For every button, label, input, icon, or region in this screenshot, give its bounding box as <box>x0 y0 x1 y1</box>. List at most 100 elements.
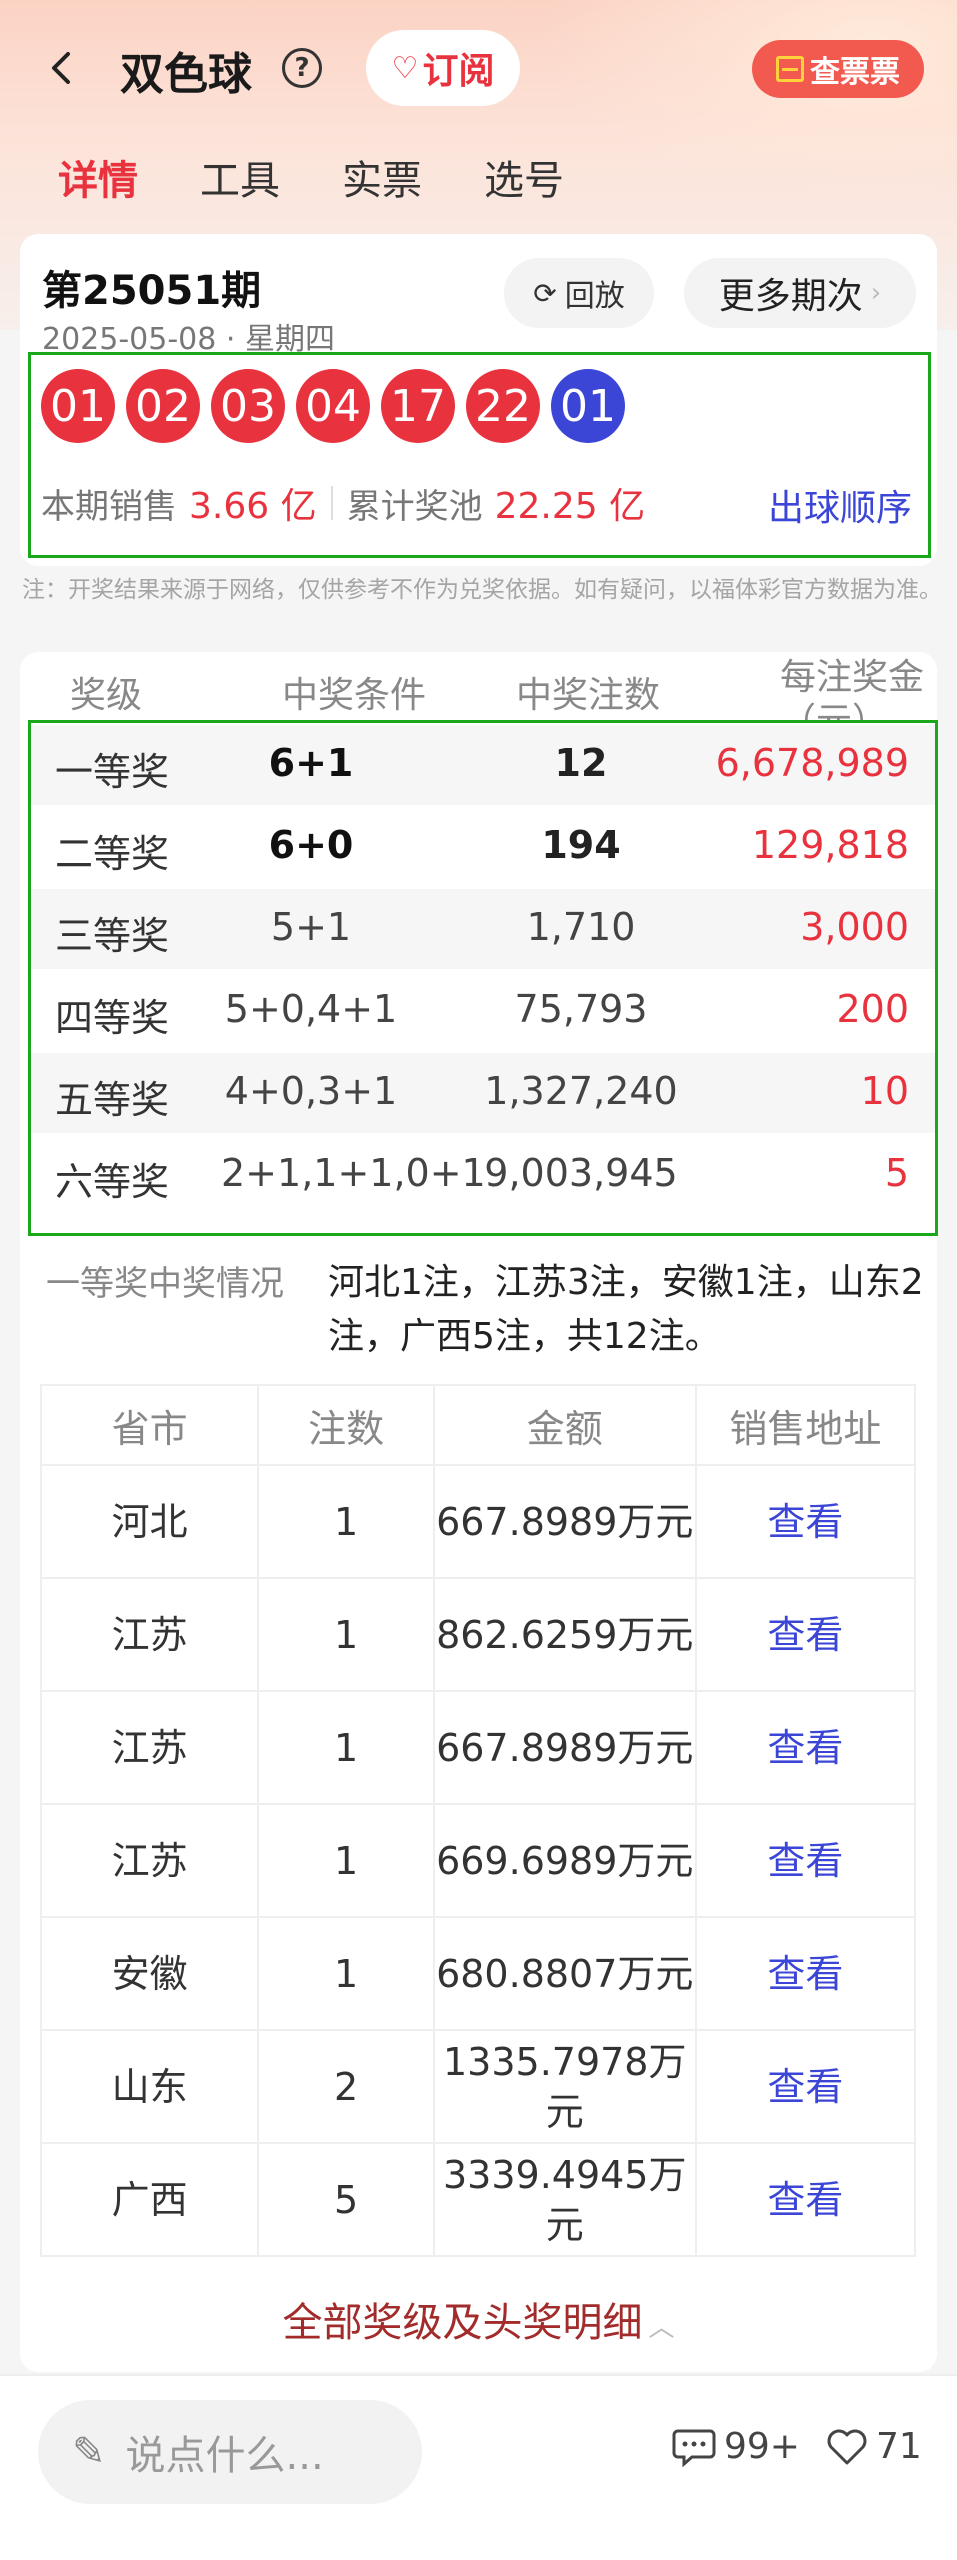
table-row: 河北 1 667.8989万元 查看 <box>39 1464 917 1579</box>
prize-condition: 4+0,3+1 <box>224 1069 398 1113</box>
view-address-link[interactable]: 查看 <box>694 1464 917 1579</box>
amount-cell: 667.8989万元 <box>432 1690 697 1805</box>
pool-label: 累计奖池 <box>346 486 483 527</box>
comment-input[interactable]: ✎ 说点什么... <box>38 2400 422 2504</box>
table-row: 江苏 1 667.8989万元 查看 <box>39 1690 917 1805</box>
tab-pick-numbers[interactable]: 选号 <box>484 148 564 206</box>
header-prize-text: 每注奖金 <box>780 657 925 698</box>
prize-level: 六等奖 <box>55 1160 170 1204</box>
count-cell: 1 <box>257 1916 435 2031</box>
prize-amount: 10 <box>860 1069 909 1113</box>
first-prize-text: 河北1注，江苏3注，安徽1注，山东2注，广西5注，共12注。 <box>328 1262 924 1357</box>
comment-bubble-icon <box>672 2429 716 2467</box>
subscribe-button[interactable]: ♡ 订阅 <box>366 30 520 106</box>
province-cell: 广西 <box>39 2142 260 2257</box>
amount-cell: 1335.7978万元 <box>432 2029 697 2144</box>
table-row: 二等奖 6+0 194 129,818 <box>31 807 935 887</box>
view-address-link[interactable]: 查看 <box>694 1803 917 1918</box>
view-address-link[interactable]: 查看 <box>694 1916 917 2031</box>
amount-cell: 862.6259万元 <box>432 1577 697 1692</box>
prize-amount: 5 <box>884 1151 909 1195</box>
replay-button[interactable]: ⟳ 回放 <box>504 258 654 328</box>
pool-value: 22.25 亿 <box>494 486 646 527</box>
header-amount: 金额 <box>432 1384 697 1466</box>
comment-count: 99+ <box>724 2426 800 2467</box>
tab-real-tickets[interactable]: 实票 <box>342 148 422 206</box>
comments-button[interactable]: 99+ <box>672 2426 800 2467</box>
tab-tools[interactable]: 工具 <box>200 148 280 206</box>
back-arrow-icon[interactable] <box>42 48 82 88</box>
count-cell: 2 <box>257 2029 435 2144</box>
table-row: 四等奖 5+0,4+1 75,793 200 <box>31 971 935 1051</box>
header-province: 省市 <box>39 1384 260 1466</box>
disclaimer-text: 注：开奖结果来源于网络，仅供参考不作为兑奖依据。如有疑问，以福体彩官方数据为准。 <box>22 577 942 603</box>
count-cell: 1 <box>257 1464 435 1579</box>
table-row: 一等奖 6+1 12 6,678,989 <box>31 725 935 805</box>
count-cell: 1 <box>257 1577 435 1692</box>
prize-level: 四等奖 <box>55 996 170 1040</box>
sales-label: 本期销售 <box>41 486 177 527</box>
amount-cell: 669.6989万元 <box>432 1803 697 1918</box>
all-levels-toggle[interactable]: 全部奖级及头奖明细 ︿ <box>20 2290 937 2348</box>
table-row: 安徽 1 680.8807万元 查看 <box>39 1916 917 2031</box>
heart-plus-icon: ♡ <box>391 50 419 86</box>
prize-card: 奖级 中奖条件 中奖注数 每注奖金（元） 一等奖 6+1 12 6,678,98… <box>20 652 938 2372</box>
question-circle-icon[interactable]: ? <box>282 48 322 88</box>
table-row: 三等奖 5+1 1,710 3,000 <box>31 889 935 969</box>
prize-condition: 5+1 <box>270 905 352 949</box>
prize-condition: 6+1 <box>268 741 354 785</box>
pencil-icon: ✎ <box>72 2429 106 2475</box>
prize-count: 194 <box>541 823 621 867</box>
prize-count: 1,710 <box>526 905 636 949</box>
divider <box>330 486 333 520</box>
amount-cell: 680.8807万元 <box>432 1916 697 2031</box>
prize-level: 一等奖 <box>55 750 170 794</box>
chevron-up-icon: ︿ <box>648 2313 675 2343</box>
table-row: 江苏 1 669.6989万元 查看 <box>39 1803 917 1918</box>
sales-value: 3.66 亿 <box>189 486 317 527</box>
check-ticket-button[interactable]: 查票票 <box>752 40 924 98</box>
comment-placeholder: 说点什么... <box>125 2433 324 2479</box>
prize-condition: 5+0,4+1 <box>224 987 398 1031</box>
winner-distribution-table: 省市 注数 金额 销售地址 河北 1 667.8989万元 查看 江苏 1 86… <box>39 1384 917 2257</box>
like-button[interactable]: 71 <box>826 2426 922 2467</box>
amount-cell: 667.8989万元 <box>432 1464 697 1579</box>
prize-amount: 6,678,989 <box>715 741 909 785</box>
tab-details[interactable]: 详情 <box>58 148 138 206</box>
issue-number: 第25051期 <box>42 268 262 314</box>
province-cell: 河北 <box>39 1464 260 1579</box>
check-ticket-label: 查票票 <box>810 55 900 90</box>
top-bar: 双色球 ? ♡ 订阅 查票票 <box>0 20 957 120</box>
like-count: 71 <box>876 2426 922 2467</box>
header-level: 奖级 <box>70 675 143 716</box>
tab-bar: 详情 工具 实票 选号 <box>58 148 626 206</box>
count-cell: 1 <box>257 1803 435 1918</box>
bottom-bar: ✎ 说点什么... 99+ 71 <box>0 2374 957 2560</box>
red-ball: 02 <box>126 369 200 443</box>
province-cell: 江苏 <box>39 1577 260 1692</box>
view-address-link[interactable]: 查看 <box>694 1690 917 1805</box>
draw-order-link[interactable]: 出球顺序 <box>768 479 912 531</box>
replay-icon: ⟳ <box>533 276 557 310</box>
ball-row: 01 02 03 04 17 22 01 <box>41 369 636 443</box>
view-address-link[interactable]: 查看 <box>694 2029 917 2144</box>
prize-level: 三等奖 <box>55 914 170 958</box>
first-prize-label: 一等奖中奖情况 <box>46 1264 284 1304</box>
heart-icon <box>827 2429 867 2464</box>
table-row: 五等奖 4+0,3+1 1,327,240 10 <box>31 1053 935 1133</box>
table-row: 广西 5 3339.4945万元 查看 <box>39 2142 917 2257</box>
prize-count: 1,327,240 <box>484 1069 678 1113</box>
more-issues-button[interactable]: 更多期次 › <box>684 258 916 328</box>
red-ball: 01 <box>41 369 115 443</box>
table-row: 六等奖 2+1,1+1,0+1 9,003,945 5 <box>31 1135 935 1215</box>
prize-amount: 129,818 <box>751 823 909 867</box>
blue-ball: 01 <box>551 369 625 443</box>
prize-amount: 3,000 <box>800 905 909 949</box>
red-ball: 22 <box>466 369 540 443</box>
chevron-right-icon: › <box>870 278 882 308</box>
header-count: 注数 <box>257 1384 435 1466</box>
table-row: 山东 2 1335.7978万元 查看 <box>39 2029 917 2144</box>
view-address-link[interactable]: 查看 <box>694 1577 917 1692</box>
all-levels-label: 全部奖级及头奖明细 <box>282 2300 643 2346</box>
view-address-link[interactable]: 查看 <box>694 2142 917 2257</box>
